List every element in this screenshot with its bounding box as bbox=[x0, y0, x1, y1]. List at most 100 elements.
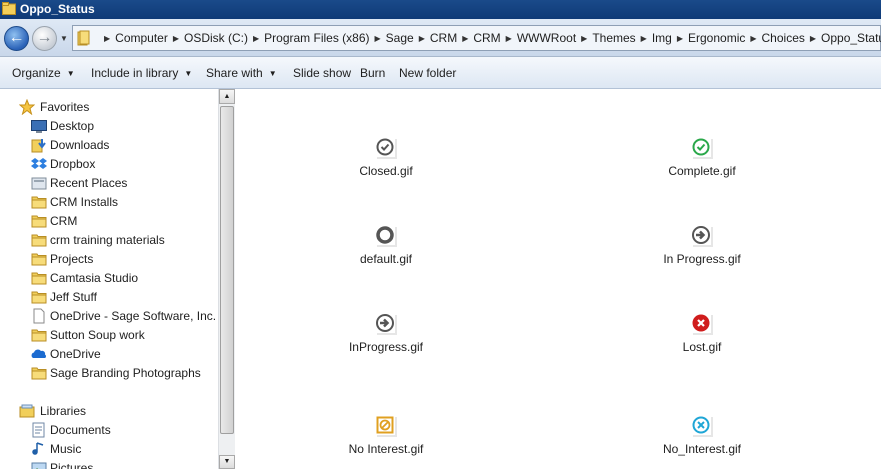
breadcrumb-item[interactable]: Img bbox=[652, 31, 672, 45]
folder-icon bbox=[31, 272, 47, 285]
pictures-icon bbox=[31, 462, 47, 469]
file-item[interactable]: No Interest.gif bbox=[306, 415, 466, 463]
nav-scrollbar[interactable]: ▲ ▼ bbox=[218, 89, 235, 469]
folder-icon bbox=[31, 329, 47, 342]
new-folder-button[interactable]: New folder bbox=[399, 66, 456, 80]
file-item[interactable]: default.gif bbox=[306, 225, 466, 273]
closed-check-icon bbox=[375, 137, 397, 159]
complete-check-icon bbox=[691, 137, 713, 159]
nav-item-music[interactable]: Music bbox=[0, 440, 218, 459]
title-bar: Oppo_Status bbox=[0, 0, 881, 19]
navigation-pane: Favorites Desktop Downloads Dropbox Recent … bbox=[0, 89, 218, 469]
nav-item-crm-training-materials[interactable]: crm training materials bbox=[0, 231, 218, 250]
nav-item-recent-places[interactable]: Recent Places bbox=[0, 174, 218, 193]
back-button[interactable]: ← bbox=[4, 26, 29, 51]
nav-item-label: Jeff Stuff bbox=[50, 290, 97, 304]
scroll-thumb[interactable] bbox=[220, 106, 234, 434]
nav-item-onedrive[interactable]: OneDrive bbox=[0, 345, 218, 364]
nav-item-label: OneDrive bbox=[50, 347, 101, 361]
breadcrumb-chevron-icon[interactable]: ▶ bbox=[581, 34, 587, 43]
nav-item-onedrive-sage-software-inc[interactable]: OneDrive - Sage Software, Inc. bbox=[0, 307, 218, 326]
folder-icon bbox=[31, 367, 47, 380]
recent-places-icon bbox=[31, 177, 47, 190]
folder-icon bbox=[31, 234, 47, 247]
breadcrumb-item[interactable]: Oppo_Status bbox=[821, 31, 881, 45]
nav-item-projects[interactable]: Projects bbox=[0, 250, 218, 269]
nav-item-pictures[interactable]: Pictures bbox=[0, 459, 218, 469]
folder-icon bbox=[31, 215, 47, 228]
file-item[interactable]: InProgress.gif bbox=[306, 313, 466, 361]
breadcrumb-chevron-icon[interactable]: ▶ bbox=[462, 34, 468, 43]
file-item[interactable]: No_Interest.gif bbox=[622, 415, 782, 463]
dropbox-icon bbox=[31, 158, 47, 169]
breadcrumb-chevron-icon[interactable]: ▶ bbox=[375, 34, 381, 43]
file-item[interactable]: Closed.gif bbox=[306, 137, 466, 185]
forward-button[interactable]: → bbox=[32, 26, 57, 51]
recent-pages-dropdown[interactable]: ▼ bbox=[60, 34, 70, 44]
command-bar: Organize ▼ Include in library ▼ Share with… bbox=[0, 57, 881, 89]
folder-icon bbox=[77, 30, 90, 46]
nav-item-label: CRM Installs bbox=[50, 195, 119, 209]
scroll-up-button[interactable]: ▲ bbox=[219, 89, 235, 104]
scroll-down-button[interactable]: ▼ bbox=[219, 455, 235, 469]
nav-item-desktop[interactable]: Desktop bbox=[0, 117, 218, 136]
file-item[interactable]: Lost.gif bbox=[622, 313, 782, 361]
breadcrumb-chevron-icon[interactable]: ▶ bbox=[419, 34, 425, 43]
nav-item-label: Sutton Soup work bbox=[50, 328, 145, 342]
favorites-label: Favorites bbox=[40, 100, 90, 114]
nav-item-label: CRM bbox=[50, 214, 78, 228]
breadcrumb-item[interactable]: Program Files (x86) bbox=[264, 31, 369, 45]
libraries-label: Libraries bbox=[40, 404, 87, 418]
nav-item-sage-branding-photographs[interactable]: Sage Branding Photographs bbox=[0, 364, 218, 383]
share-with-button[interactable]: Share with ▼ bbox=[206, 66, 277, 80]
breadcrumb-item[interactable]: WWWRoot bbox=[517, 31, 576, 45]
file-name: In Progress.gif bbox=[663, 252, 741, 266]
libraries-header[interactable]: Libraries bbox=[0, 402, 200, 421]
breadcrumb-item[interactable]: CRM bbox=[473, 31, 500, 45]
organize-button[interactable]: Organize ▼ bbox=[12, 66, 75, 80]
breadcrumb-chevron-icon[interactable]: ▶ bbox=[677, 34, 683, 43]
nav-item-label: Downloads bbox=[50, 138, 110, 152]
breadcrumb-chevron-icon[interactable]: ▶ bbox=[253, 34, 259, 43]
nav-item-sutton-soup-work[interactable]: Sutton Soup work bbox=[0, 326, 218, 345]
chevron-down-icon: ▼ bbox=[66, 69, 75, 78]
breadcrumb-item[interactable]: CRM bbox=[430, 31, 457, 45]
file-item[interactable]: Complete.gif bbox=[622, 137, 782, 185]
breadcrumb-chevron-icon[interactable]: ▶ bbox=[641, 34, 647, 43]
nav-item-crm-installs[interactable]: CRM Installs bbox=[0, 193, 218, 212]
breadcrumb-chevron-icon[interactable]: ▶ bbox=[810, 34, 816, 43]
nav-item-crm[interactable]: CRM bbox=[0, 212, 218, 231]
nav-item-camtasia-studio[interactable]: Camtasia Studio bbox=[0, 269, 218, 288]
breadcrumb-item[interactable]: Computer bbox=[115, 31, 168, 45]
nav-item-jeff-stuff[interactable]: Jeff Stuff bbox=[0, 288, 218, 307]
breadcrumb-item[interactable]: Themes bbox=[592, 31, 635, 45]
breadcrumb-item[interactable]: Ergonomic bbox=[688, 31, 745, 45]
no-interest-x-icon bbox=[691, 415, 713, 437]
chevron-down-icon: ▼ bbox=[184, 69, 193, 78]
breadcrumb-item[interactable]: Sage bbox=[386, 31, 414, 45]
file-name: Lost.gif bbox=[682, 340, 722, 354]
breadcrumb-chevron-icon[interactable]: ▶ bbox=[506, 34, 512, 43]
favorites-header[interactable]: Favorites bbox=[0, 98, 200, 117]
in-progress-arrow-icon bbox=[691, 225, 713, 247]
breadcrumb-chevron-icon[interactable]: ▶ bbox=[104, 34, 110, 43]
folder-icon bbox=[31, 291, 47, 304]
breadcrumb-chevron-icon[interactable]: ▶ bbox=[750, 34, 756, 43]
default-ring-icon bbox=[375, 225, 397, 247]
include-in-library-button[interactable]: Include in library ▼ bbox=[91, 66, 192, 80]
nav-item-documents[interactable]: Documents bbox=[0, 421, 218, 440]
nav-item-label: Projects bbox=[50, 252, 94, 266]
slide-show-button[interactable]: Slide show bbox=[293, 66, 351, 80]
nav-item-dropbox[interactable]: Dropbox bbox=[0, 155, 218, 174]
lost-x-icon bbox=[691, 313, 713, 335]
file-item[interactable]: In Progress.gif bbox=[622, 225, 782, 273]
file-name: No Interest.gif bbox=[348, 442, 424, 456]
burn-button[interactable]: Burn bbox=[360, 66, 385, 80]
file-name: No_Interest.gif bbox=[662, 442, 742, 456]
address-bar[interactable]: ▶ Computer ▶ OSDisk (C:) ▶ Program Files (x86… bbox=[72, 25, 881, 51]
breadcrumb-chevron-icon[interactable]: ▶ bbox=[173, 34, 179, 43]
folder-icon bbox=[31, 253, 47, 266]
breadcrumb-item[interactable]: Choices bbox=[762, 31, 805, 45]
nav-item-downloads[interactable]: Downloads bbox=[0, 136, 218, 155]
breadcrumb-item[interactable]: OSDisk (C:) bbox=[184, 31, 248, 45]
